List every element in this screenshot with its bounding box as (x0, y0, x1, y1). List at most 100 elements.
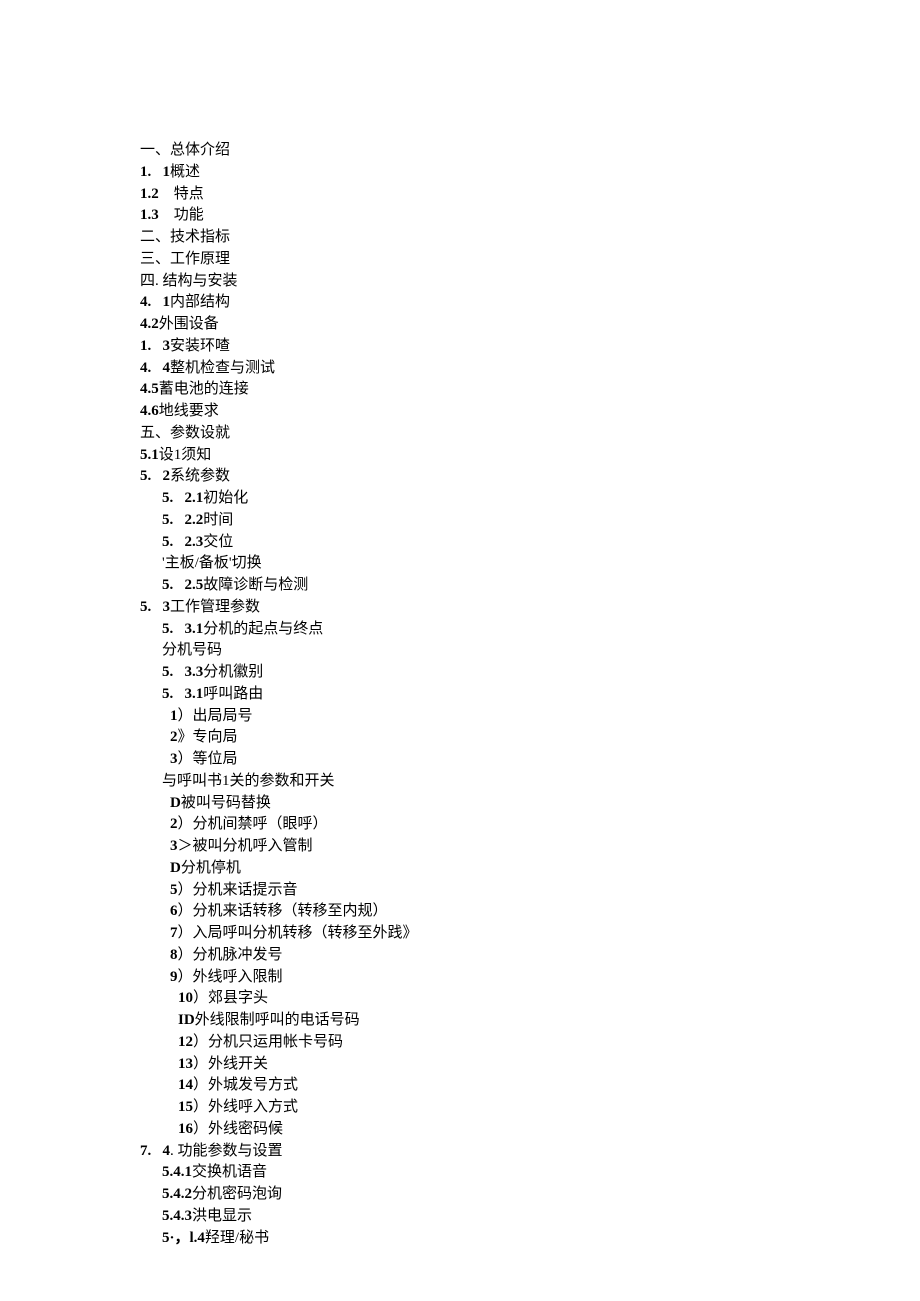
toc-text: 洪电显示 (192, 1208, 252, 1224)
toc-line: 5. 3.3分机徽别 (140, 662, 920, 684)
toc-text: 工作管理参数 (170, 599, 260, 615)
toc-text: 交换机语音 (192, 1164, 267, 1180)
toc-text: ）外线密码候 (193, 1121, 283, 1137)
toc-line: 5.4.1交换机语音 (140, 1162, 920, 1184)
toc-text: 16 (178, 1121, 193, 1137)
toc-text: 初始化 (203, 490, 248, 506)
toc-line: 2）分机间禁呼（眼呼） (140, 814, 920, 836)
toc-text: 分机密码泡询 (192, 1186, 282, 1202)
toc-line: 三、工作原理 (140, 249, 920, 271)
toc-line: 5. 3工作管理参数 (140, 597, 920, 619)
toc-text: 地线要求 (159, 403, 219, 419)
toc-line: D分机停机 (140, 858, 920, 880)
toc-line: 4.5蓄电池的连接 (140, 379, 920, 401)
toc-line: 5. 2.2时间 (140, 510, 920, 532)
toc-text: 5. 3.3 (162, 664, 203, 680)
toc-text: 整机检查与测试 (170, 360, 275, 376)
toc-line: 7）入局呼叫分机转移（转移至外践》 (140, 923, 920, 945)
toc-line: 3＞被叫分机呼入管制 (140, 836, 920, 858)
toc-text: ID (178, 1012, 195, 1028)
toc-line: 12）分机只运用帐卡号码 (140, 1032, 920, 1054)
toc-text: 五、参数设就 (140, 425, 230, 441)
toc-text: ）出局局号 (178, 708, 253, 724)
toc-line: 5. 2.3交位 (140, 532, 920, 554)
toc-text: 5.1 (140, 447, 159, 463)
toc-line: 7. 4. 功能参数与设置 (140, 1141, 920, 1163)
toc-text: 7. 4 (140, 1143, 170, 1159)
toc-text: 二、技术指标 (140, 229, 230, 245)
toc-line: ID外线限制呼叫的电话号码 (140, 1010, 920, 1032)
toc-text: 特点 (159, 186, 204, 202)
toc-line: '主板/备板'切换 (140, 553, 920, 575)
toc-text: 4.2 (140, 316, 159, 332)
toc-content: 一、总体介绍1. 1概述1.2 特点1.3 功能二、技术指标三、工作原理四. 结… (140, 140, 920, 1249)
toc-text: 1.2 (140, 186, 159, 202)
toc-text: 》专向局 (178, 729, 238, 745)
toc-text: 分机停机 (181, 860, 241, 876)
toc-line: 5.1设1须知 (140, 445, 920, 467)
toc-line: 2》专向局 (140, 727, 920, 749)
toc-text: 5. 3.1 (162, 686, 203, 702)
toc-line: 五、参数设就 (140, 423, 920, 445)
toc-text: 内部结构 (170, 294, 230, 310)
toc-text: 概述 (170, 164, 200, 180)
toc-text: ）分机间禁呼（眼呼） (178, 816, 328, 832)
toc-line: 3）等位局 (140, 749, 920, 771)
toc-line: 10）郊县字头 (140, 988, 920, 1010)
toc-text: 1. 1 (140, 164, 170, 180)
toc-line: 5.4.2分机密码泡询 (140, 1184, 920, 1206)
toc-text: 安装环喳 (170, 338, 230, 354)
toc-text: 分机徽别 (203, 664, 263, 680)
toc-text: 4. 4 (140, 360, 170, 376)
toc-text: 3 (170, 751, 178, 767)
toc-text: 分机号码 (162, 642, 222, 658)
toc-line: 4. 1内部结构 (140, 292, 920, 314)
toc-text: ）分机来话转移（转移至内规） (178, 903, 388, 919)
toc-text: ）外城发号方式 (193, 1077, 298, 1093)
toc-text: 3 (170, 838, 178, 854)
toc-line: 5.4.3洪电显示 (140, 1206, 920, 1228)
toc-line: 四. 结构与安装 (140, 271, 920, 293)
toc-text: 5 (170, 882, 178, 898)
toc-text: ）等位局 (178, 751, 238, 767)
toc-line: 4.6地线要求 (140, 401, 920, 423)
toc-text: 羟理/秘书 (205, 1230, 269, 1246)
toc-text: 时间 (203, 512, 233, 528)
toc-line: 14）外城发号方式 (140, 1075, 920, 1097)
toc-text: 5. 3 (140, 599, 170, 615)
toc-line: 二、技术指标 (140, 227, 920, 249)
toc-text: ）分机只运用帐卡号码 (193, 1034, 343, 1050)
toc-text: 15 (178, 1099, 193, 1115)
toc-line: 1. 3安装环喳 (140, 336, 920, 358)
toc-text: 5.4.2 (162, 1186, 192, 1202)
toc-text: 5·，l.4 (162, 1230, 205, 1246)
toc-text: 外线限制呼叫的电话号码 (195, 1012, 360, 1028)
toc-line: 1.3 功能 (140, 205, 920, 227)
toc-text: ）分机来话提示音 (178, 882, 298, 898)
toc-text: 14 (178, 1077, 193, 1093)
toc-text: 故障诊断与检测 (203, 577, 308, 593)
toc-text: 4.5 (140, 381, 159, 397)
toc-line: 13）外线开关 (140, 1054, 920, 1076)
toc-text: 2 (170, 729, 178, 745)
toc-text: '主板/备板'切换 (162, 555, 262, 571)
toc-line: 1）出局局号 (140, 706, 920, 728)
toc-text: 1 (170, 708, 178, 724)
toc-line: 分机号码 (140, 640, 920, 662)
toc-text: 与呼叫书1关的参数和开关 (162, 773, 335, 789)
toc-text: 四. 结构与安装 (140, 273, 238, 289)
toc-text: 5. 2.5 (162, 577, 203, 593)
toc-text: 9 (170, 969, 178, 985)
toc-text: 交位 (203, 534, 233, 550)
toc-line: 1.2 特点 (140, 184, 920, 206)
toc-text: 5. 2.1 (162, 490, 203, 506)
toc-text: . 功能参数与设置 (170, 1143, 283, 1159)
toc-text: D (170, 795, 181, 811)
toc-text: ）入局呼叫分机转移（转移至外践》 (178, 925, 418, 941)
toc-text: 8 (170, 947, 178, 963)
toc-text: 4. 1 (140, 294, 170, 310)
toc-text: 13 (178, 1056, 193, 1072)
toc-text: 外围设备 (159, 316, 219, 332)
toc-line: 5. 3.1分机的起点与终点 (140, 619, 920, 641)
toc-text: 5.4.3 (162, 1208, 192, 1224)
